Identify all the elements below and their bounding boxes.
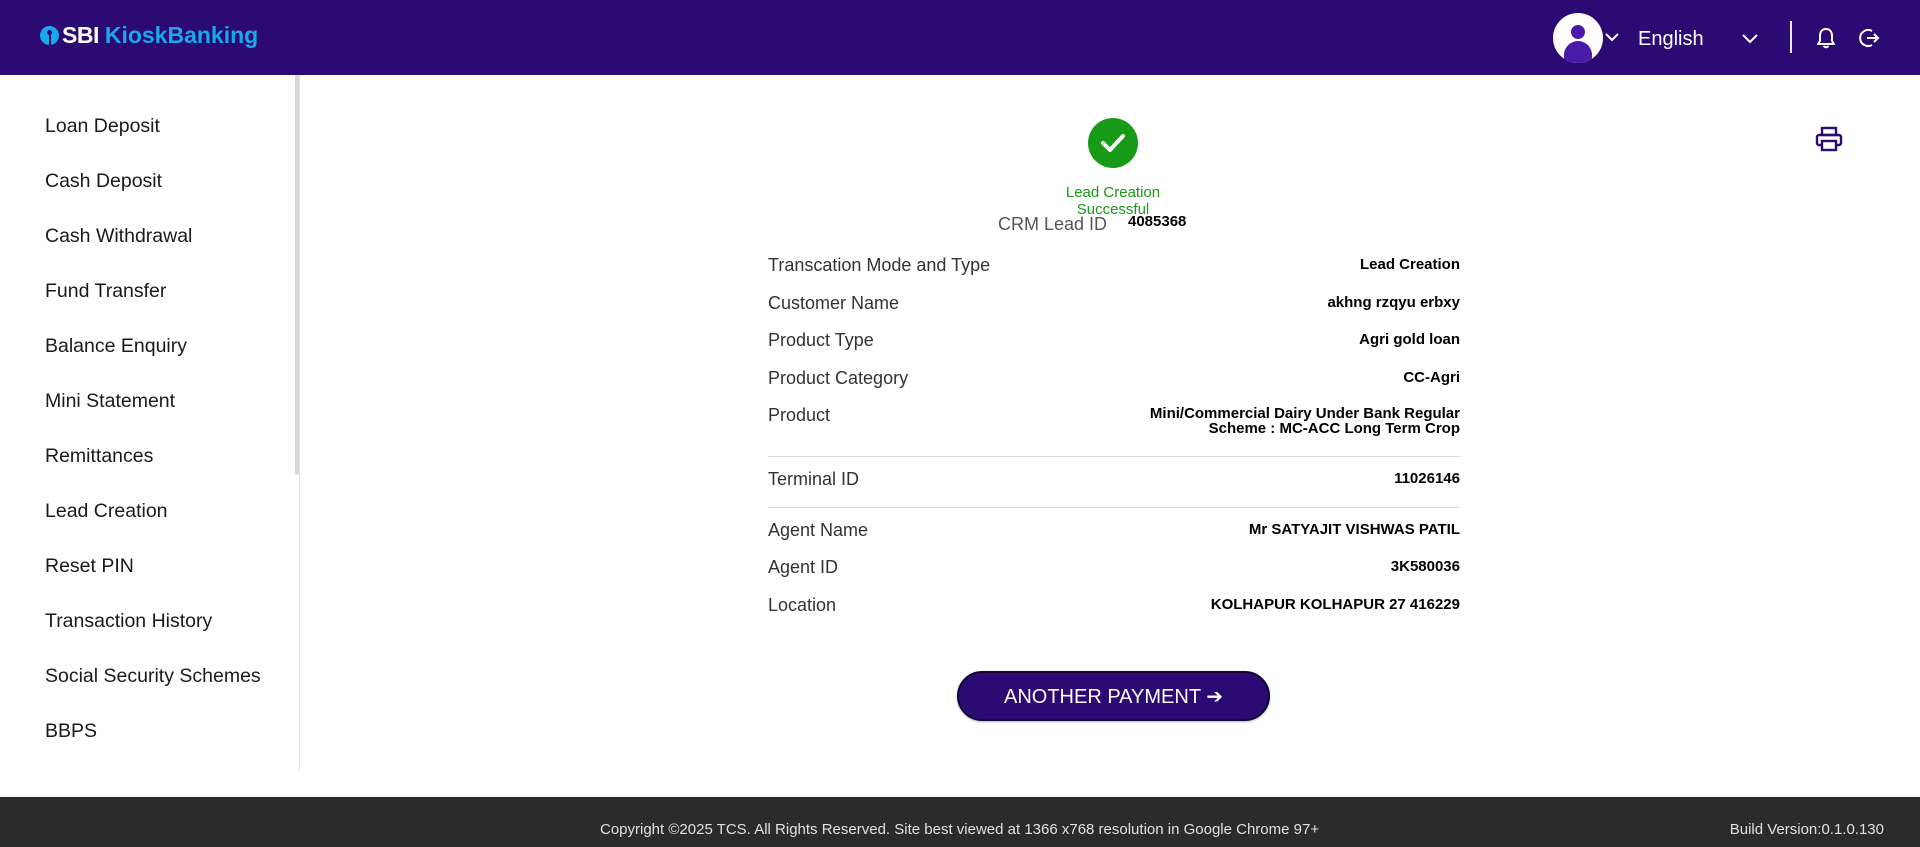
detail-value-location: KOLHAPUR KOLHAPUR 27 416229 bbox=[1210, 596, 1460, 613]
sidebar-item-cash-withdrawal[interactable]: Cash Withdrawal bbox=[45, 225, 192, 248]
sidebar-item-bbps[interactable]: BBPS bbox=[45, 720, 97, 743]
detail-label-transaction-mode: Transcation Mode and Type bbox=[768, 255, 991, 275]
sidebar-item-social-security-schemes[interactable]: Social Security Schemes bbox=[45, 665, 261, 688]
divider bbox=[768, 456, 1460, 457]
detail-label-location: Location bbox=[768, 595, 837, 615]
logo-sbi-text: SBI bbox=[62, 22, 99, 48]
logout-icon[interactable] bbox=[1858, 27, 1880, 49]
crm-lead-id-value: 4085368 bbox=[1128, 213, 1187, 230]
success-check-icon bbox=[1088, 118, 1138, 168]
detail-value-product: Mini/Commercial Dairy Under Bank Regular… bbox=[1149, 405, 1460, 437]
chevron-down-icon[interactable] bbox=[1604, 31, 1620, 43]
another-payment-button[interactable]: ANOTHER PAYMENT ➔ bbox=[957, 671, 1270, 721]
language-select[interactable]: English bbox=[1638, 28, 1704, 51]
footer-build-version: Build Version:0.1.0.130 bbox=[1729, 821, 1884, 838]
sidebar-item-fund-transfer[interactable]: Fund Transfer bbox=[45, 280, 166, 303]
language-chevron-down-icon[interactable] bbox=[1741, 32, 1759, 44]
detail-label-product-category: Product Category bbox=[768, 368, 909, 388]
detail-label-agent-name: Agent Name bbox=[768, 520, 869, 540]
top-header: SBI KioskBanking English bbox=[0, 0, 1920, 75]
footer-copyright: Copyright ©2025 TCS. All Rights Reserved… bbox=[600, 821, 1320, 838]
sidebar: Loan Deposit Cash Deposit Cash Withdrawa… bbox=[0, 75, 300, 770]
sidebar-scrollbar[interactable] bbox=[295, 75, 299, 475]
detail-label-customer-name: Customer Name bbox=[768, 293, 900, 313]
user-avatar-icon[interactable] bbox=[1553, 13, 1603, 63]
detail-value-product-type: Agri gold loan bbox=[1359, 331, 1460, 348]
header-divider bbox=[1790, 21, 1792, 53]
crm-lead-id-label: CRM Lead ID bbox=[998, 214, 1108, 234]
detail-label-terminal-id: Terminal ID bbox=[768, 469, 860, 489]
divider bbox=[768, 507, 1460, 508]
sidebar-item-lead-creation[interactable]: Lead Creation bbox=[45, 500, 168, 523]
sbi-logo-icon bbox=[40, 26, 59, 45]
detail-value-agent-id: 3K580036 bbox=[1390, 558, 1460, 575]
sidebar-item-mini-statement[interactable]: Mini Statement bbox=[45, 390, 175, 413]
sidebar-item-loan-deposit[interactable]: Loan Deposit bbox=[45, 115, 160, 138]
detail-label-agent-id: Agent ID bbox=[768, 557, 839, 577]
logo-kiosk-text: KioskBanking bbox=[104, 22, 259, 48]
sidebar-item-transaction-history[interactable]: Transaction History bbox=[45, 610, 212, 633]
sidebar-item-remittances[interactable]: Remittances bbox=[45, 445, 153, 468]
sidebar-item-cash-deposit[interactable]: Cash Deposit bbox=[45, 170, 162, 193]
detail-value-customer-name: akhng rzqyu erbxy bbox=[1327, 294, 1460, 311]
detail-value-terminal-id: 11026146 bbox=[1394, 470, 1460, 487]
sidebar-item-balance-enquiry[interactable]: Balance Enquiry bbox=[45, 335, 187, 358]
detail-value-product-category: CC-Agri bbox=[1403, 369, 1460, 386]
detail-label-product: Product bbox=[768, 405, 831, 425]
sbi-kiosk-logo: SBI KioskBanking bbox=[40, 22, 258, 49]
detail-value-agent-name: Mr SATYAJIT VISHWAS PATIL bbox=[1248, 521, 1460, 538]
sidebar-item-reset-pin[interactable]: Reset PIN bbox=[45, 555, 134, 578]
detail-label-product-type: Product Type bbox=[768, 330, 874, 350]
detail-value-transaction-mode: Lead Creation bbox=[1359, 256, 1460, 273]
print-icon[interactable] bbox=[1815, 126, 1843, 152]
bell-icon[interactable] bbox=[1816, 27, 1836, 49]
